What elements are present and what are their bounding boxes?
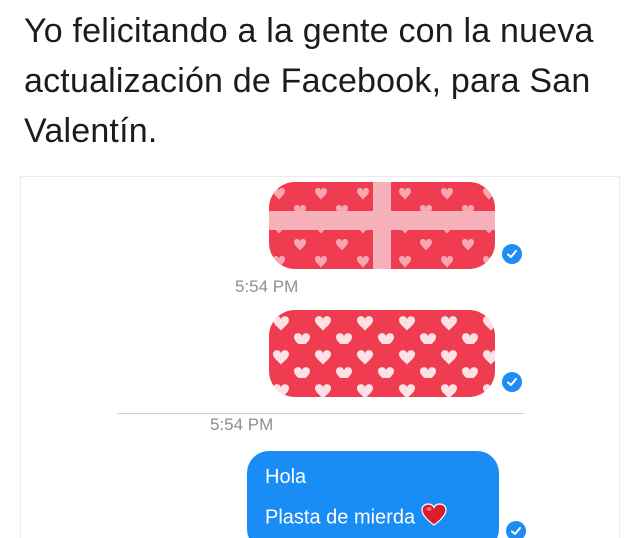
heart-pattern-message-bubble[interactable] bbox=[269, 310, 495, 397]
gift-wrapped-message-bubble[interactable] bbox=[269, 182, 495, 269]
check-circle-icon bbox=[502, 372, 522, 392]
text-message-bubble[interactable]: Hola Plasta de mierda bbox=[247, 451, 499, 538]
meme-caption: Yo felicitando a la gente con la nueva a… bbox=[24, 12, 594, 150]
hearts-pattern bbox=[269, 310, 495, 397]
red-heart-icon bbox=[421, 503, 447, 533]
message-line-with-emoji: Plasta de mierda bbox=[265, 503, 499, 538]
time-divider bbox=[117, 413, 524, 414]
message-line: Plasta de mierda bbox=[265, 506, 416, 529]
check-circle-icon bbox=[502, 244, 522, 264]
message-timestamp: 5:54 PM bbox=[210, 415, 274, 434]
ribbon-vertical bbox=[373, 182, 391, 269]
chat-screenshot: 5:54 PM 5:54 PM Hola Plasta de mierda bbox=[20, 176, 620, 538]
check-circle-icon bbox=[506, 521, 526, 538]
message-line: Hola bbox=[265, 466, 307, 488]
message-timestamp: 5:54 PM bbox=[235, 277, 299, 296]
